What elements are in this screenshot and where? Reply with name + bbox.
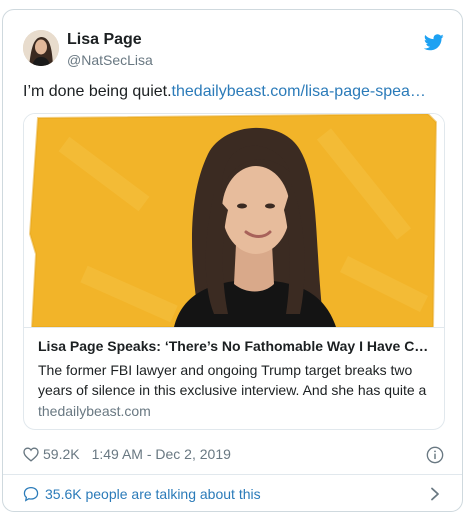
avatar[interactable] <box>23 30 59 66</box>
info-icon[interactable] <box>426 446 444 464</box>
tweet-body: I’m done being quiet. <box>23 83 172 100</box>
divider <box>3 474 462 475</box>
card-description: The former FBI lawyer and ongoing Trump … <box>38 362 427 398</box>
card-image[interactable] <box>24 114 444 327</box>
tweet-link[interactable]: thedailybeast.com/lisa-page-spea… <box>172 83 426 100</box>
heart-icon[interactable] <box>23 446 39 462</box>
author-name[interactable]: Lisa Page <box>67 31 142 49</box>
link-card[interactable]: Lisa Page Speaks: ‘There’s No Fathomable… <box>23 113 445 430</box>
conversation-link[interactable]: 35.6K people are talking about this <box>23 484 261 504</box>
twitter-bird-icon[interactable] <box>424 34 444 51</box>
card-body: Lisa Page Speaks: ‘There’s No Fathomable… <box>24 327 444 419</box>
tweet-text: I’m done being quiet.thedailybeast.com/l… <box>23 82 426 102</box>
speech-bubble-icon <box>23 486 39 502</box>
like-count[interactable]: 59.2K <box>43 446 80 462</box>
timestamp[interactable]: 1:49 AM - Dec 2, 2019 <box>92 446 231 462</box>
conversation-text[interactable]: 35.6K people are talking about this <box>45 486 261 502</box>
author-handle[interactable]: @NatSecLisa <box>67 52 153 68</box>
card-domain: thedailybeast.com <box>38 403 151 419</box>
chevron-right-icon[interactable] <box>430 487 440 501</box>
tweet-meta: 59.2K 1:49 AM - Dec 2, 2019 <box>23 444 231 464</box>
card-title[interactable]: Lisa Page Speaks: ‘There’s No Fathomable… <box>38 338 434 354</box>
embedded-tweet: Lisa Page @NatSecLisa I’m done being qui… <box>2 9 463 512</box>
